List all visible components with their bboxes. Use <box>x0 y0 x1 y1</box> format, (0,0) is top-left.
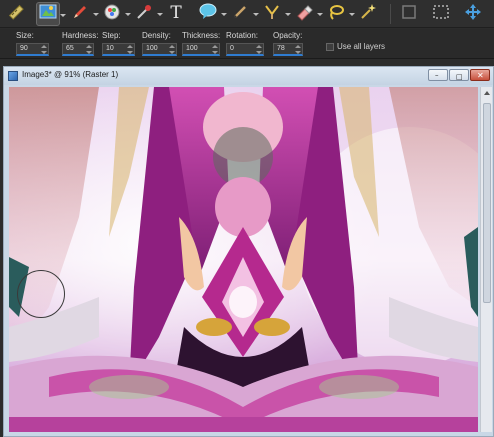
brush-cursor-circle <box>17 270 65 318</box>
tool-magic-fill[interactable] <box>356 2 380 26</box>
straighten-icon <box>6 2 26 26</box>
density-option: Density: 100 <box>142 31 177 56</box>
image-document-icon <box>8 71 18 81</box>
hardness-option: Hardness: 65 <box>62 31 99 56</box>
spinner-icon[interactable] <box>127 45 133 54</box>
chevron-down-icon[interactable] <box>60 13 66 17</box>
tool-lasso[interactable] <box>324 2 355 26</box>
marquee-icon <box>431 2 451 26</box>
maximize-button[interactable]: □ <box>449 69 469 81</box>
chevron-down-icon[interactable] <box>93 12 99 16</box>
density-label: Density: <box>142 31 171 40</box>
chevron-down-icon[interactable] <box>125 12 131 16</box>
thickness-label: Thickness: <box>182 31 221 40</box>
lasso-icon <box>326 2 346 26</box>
crop-icon <box>399 2 419 26</box>
opacity-label: Opacity: <box>273 31 303 40</box>
scroll-up-icon[interactable] <box>484 91 490 95</box>
step-field[interactable]: 10 <box>102 43 135 56</box>
hardness-label: Hardness: <box>62 31 99 40</box>
eraser-icon <box>294 2 314 26</box>
warp-brush-icon <box>262 2 282 26</box>
step-label: Step: <box>102 31 121 40</box>
spinner-icon[interactable] <box>295 45 301 54</box>
color-replacer-icon <box>102 2 122 26</box>
tool-crop[interactable] <box>397 2 421 26</box>
tools-toolbar: T <box>0 0 494 28</box>
density-field[interactable]: 100 <box>142 43 177 56</box>
tool-options-bar: Size: 90 Hardness: 65 Step: 10 Density: … <box>0 29 494 59</box>
tool-color-replacer[interactable] <box>100 2 131 26</box>
thickness-field[interactable]: 100 <box>182 43 220 56</box>
tool-paint-brush[interactable] <box>228 2 259 26</box>
document-title: Image3* @ 91% (Raster 1) <box>22 70 119 79</box>
paint-brush-icon <box>230 2 250 26</box>
document-titlebar[interactable]: Image3* @ 91% (Raster 1) – □ ✕ <box>4 67 493 85</box>
paint-shop-app: T Size: 90 Hardness: 65 Step: 10 Density… <box>0 0 494 437</box>
spinner-icon[interactable] <box>86 45 92 54</box>
thickness-option: Thickness: 100 <box>182 31 220 56</box>
size-label: Size: <box>16 31 34 40</box>
use-all-layers-label: Use all layers <box>337 42 386 51</box>
maximize-icon: □ <box>456 73 463 81</box>
tool-marquee[interactable] <box>429 2 453 26</box>
pen-icon <box>70 2 90 26</box>
chevron-down-icon[interactable] <box>253 12 259 16</box>
color-picker-icon <box>134 2 154 26</box>
size-option: Size: 90 <box>16 31 49 56</box>
rotation-field[interactable]: 0 <box>226 43 264 56</box>
vertical-scrollbar[interactable] <box>480 87 492 432</box>
scrollbar-thumb[interactable] <box>483 103 491 303</box>
tool-straighten[interactable] <box>4 2 28 26</box>
document-window: Image3* @ 91% (Raster 1) – □ ✕ <box>3 66 494 437</box>
tool-pen[interactable] <box>68 2 99 26</box>
chevron-down-icon[interactable] <box>157 12 163 16</box>
toolbar-separator <box>390 3 391 24</box>
rotation-label: Rotation: <box>226 31 259 40</box>
close-button[interactable]: ✕ <box>470 69 490 81</box>
tool-warp-brush[interactable] <box>260 2 291 26</box>
spinner-icon[interactable] <box>212 45 218 54</box>
minimize-icon: – <box>435 71 439 79</box>
opacity-option: Opacity: 78 <box>273 31 303 56</box>
opacity-field[interactable]: 78 <box>273 43 303 56</box>
image-canvas[interactable] <box>9 87 478 432</box>
chevron-down-icon[interactable] <box>317 12 323 16</box>
rotation-option: Rotation: 0 <box>226 31 264 56</box>
spinner-icon[interactable] <box>169 45 175 54</box>
move-icon <box>463 2 483 26</box>
speech-bubble-shape-icon <box>198 2 218 26</box>
chevron-down-icon[interactable] <box>349 12 355 16</box>
hardness-field[interactable]: 65 <box>62 43 94 56</box>
chevron-down-icon[interactable] <box>221 12 227 16</box>
magic-fill-icon <box>358 2 378 26</box>
tool-speech-bubble-shape[interactable] <box>196 2 227 26</box>
tool-text[interactable]: T <box>164 2 188 26</box>
text-tool-icon: T <box>166 2 186 26</box>
tool-selection[interactable] <box>36 1 66 26</box>
minimize-button[interactable]: – <box>428 69 448 81</box>
size-field[interactable]: 90 <box>16 43 49 56</box>
mirrored-fantasy-artwork <box>9 87 478 432</box>
tool-move[interactable] <box>461 2 485 26</box>
svg-text:T: T <box>170 3 182 22</box>
close-icon: ✕ <box>477 71 484 80</box>
use-all-layers-checkbox[interactable] <box>326 43 334 51</box>
chevron-down-icon[interactable] <box>285 12 291 16</box>
spinner-icon[interactable] <box>41 45 47 54</box>
step-option: Step: 10 <box>102 31 135 56</box>
spinner-icon[interactable] <box>256 45 262 54</box>
selection-icon <box>38 2 58 26</box>
tool-eraser[interactable] <box>292 2 323 26</box>
tool-color-picker[interactable] <box>132 2 163 26</box>
